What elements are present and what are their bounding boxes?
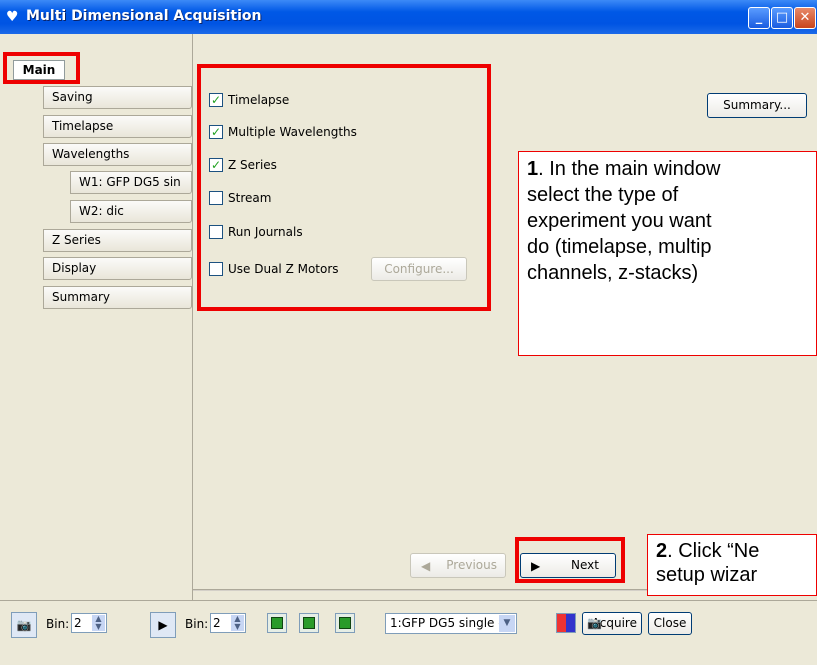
option-multiple-wavelengths[interactable]: ✓ Multiple Wavelengths	[209, 122, 357, 142]
checkbox-icon[interactable]: ✓	[209, 125, 223, 139]
option-label: Z Series	[228, 158, 277, 172]
next-button[interactable]: ▶ Next	[520, 553, 616, 578]
nav-item-w2[interactable]: W2: dic	[70, 200, 192, 223]
nav-item-w1[interactable]: W1: GFP DG5 sin	[70, 171, 192, 194]
step1-line2: select the type of	[527, 184, 679, 206]
step1-line1: 1. In the main window	[527, 156, 808, 182]
illumination-value: 1:GFP DG5 single di	[390, 616, 510, 630]
nav-item-timelapse[interactable]: Timelapse	[43, 115, 192, 138]
option-dual-z-motors[interactable]: Use Dual Z Motors	[209, 259, 339, 279]
app-logo-icon: ♥	[6, 9, 19, 25]
stream-camera-icon[interactable]: ▶	[150, 612, 176, 638]
spinner-arrows-icon[interactable]: ▲ ▼	[92, 615, 105, 631]
step1-line5: channels, z-stacks)	[527, 262, 699, 284]
nav-item-z-series[interactable]: Z Series	[43, 229, 192, 252]
spinner-arrows-icon[interactable]: ▲ ▼	[231, 615, 244, 631]
option-run-journals[interactable]: Run Journals	[209, 222, 303, 242]
camera-icon[interactable]: 📷	[11, 612, 37, 638]
option-label: Stream	[228, 191, 272, 205]
option-label: Run Journals	[228, 225, 303, 239]
bin1-value: 2	[74, 616, 82, 630]
maximize-button[interactable]: □	[771, 7, 793, 29]
previous-button[interactable]: ◀ Previous	[410, 553, 506, 578]
bottom-toolbar: 📷 Bin: 2 ▲ ▼ ▶ Bin: 2 ▲ ▼ 1:GFP DG5 single d…	[0, 600, 817, 665]
bin2-spinner[interactable]: 2 ▲ ▼	[210, 613, 246, 633]
option-timelapse[interactable]: ✓ Timelapse	[209, 90, 289, 110]
step2-line2: setup wizar	[656, 564, 758, 586]
step1-annotation: 1. In the main window select the type of…	[518, 151, 817, 356]
close-window-button[interactable]: ✕	[794, 7, 816, 29]
step1-line3: experiment you want	[527, 210, 712, 232]
previous-arrow-icon: ◀	[421, 559, 431, 573]
close-button[interactable]: Close	[648, 612, 692, 635]
option-z-series[interactable]: ✓ Z Series	[209, 155, 277, 175]
step2-line1: 2. Click “Ne	[656, 539, 808, 563]
checkbox-icon[interactable]: ✓	[209, 93, 223, 107]
checkbox-icon[interactable]	[209, 262, 223, 276]
bin2-value: 2	[213, 616, 221, 630]
chevron-down-icon[interactable]: ▼	[499, 615, 515, 632]
option-label: Use Dual Z Motors	[228, 262, 339, 276]
checkbox-icon[interactable]	[209, 191, 223, 205]
green-square-icon[interactable]	[335, 613, 355, 633]
illumination-select[interactable]: 1:GFP DG5 single di ▼	[385, 613, 517, 634]
configure-button[interactable]: Configure...	[371, 257, 467, 281]
minimize-button[interactable]: _	[748, 7, 770, 29]
green-square-icon[interactable]	[267, 613, 287, 633]
mda-window: ♥ Multi Dimensional Acquisition _ □ ✕ Ma…	[0, 0, 817, 665]
next-label: Next	[571, 558, 599, 572]
nav-item-saving[interactable]: Saving	[43, 86, 192, 109]
tab-main[interactable]: Main	[13, 60, 65, 80]
previous-label: Previous	[446, 558, 497, 572]
step2-text: . Click “Ne	[667, 540, 760, 562]
bin2-label: Bin:	[185, 617, 209, 631]
step2-annotation: 2. Click “Ne setup wizar	[647, 534, 817, 596]
nav-item-wavelengths[interactable]: Wavelengths	[43, 143, 192, 166]
nav-item-summary[interactable]: Summary	[43, 286, 192, 309]
camera-icon: 📷	[587, 616, 602, 630]
acquire-button[interactable]: 📷 Acquire	[582, 612, 642, 635]
checkbox-icon[interactable]: ✓	[209, 158, 223, 172]
checkbox-icon[interactable]	[209, 225, 223, 239]
bin1-label: Bin:	[46, 617, 70, 631]
nav-item-display[interactable]: Display	[43, 257, 192, 280]
step1-text: . In the main window	[538, 158, 721, 180]
step1-line4: do (timelapse, multip	[527, 236, 712, 258]
step1-number: 1	[527, 158, 539, 180]
bin1-spinner[interactable]: 2 ▲ ▼	[71, 613, 107, 633]
option-label: Multiple Wavelengths	[228, 125, 357, 139]
next-arrow-icon: ▶	[531, 559, 541, 573]
option-label: Timelapse	[228, 93, 290, 107]
green-square-icon[interactable]	[299, 613, 319, 633]
summary-button[interactable]: Summary...	[707, 93, 807, 118]
option-stream[interactable]: Stream	[209, 188, 271, 208]
step2-number: 2	[656, 540, 668, 562]
title-bar: ♥ Multi Dimensional Acquisition _ □ ✕	[0, 0, 817, 34]
window-title: Multi Dimensional Acquisition	[26, 8, 262, 24]
color-palette-icon[interactable]	[556, 613, 576, 633]
